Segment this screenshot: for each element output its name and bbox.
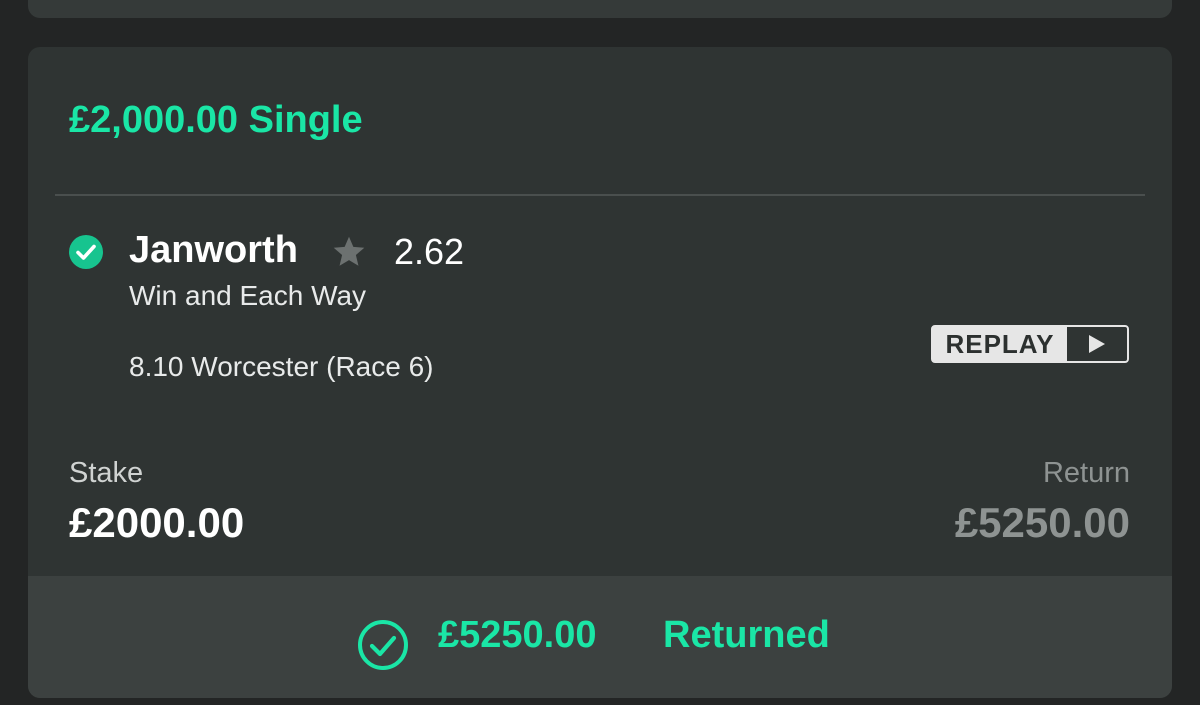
return-value: £5250.00 xyxy=(954,499,1130,546)
replay-label: REPLAY xyxy=(945,328,1055,359)
stake-label: Stake xyxy=(69,457,144,489)
selection-name: Janworth xyxy=(129,229,298,271)
bet-card: £2,000.00 Single Janworth 2.62 Win and E… xyxy=(28,47,1172,698)
stake-value: £2000.00 xyxy=(69,499,245,546)
check-circle-icon xyxy=(69,235,103,269)
selection-odds: 2.62 xyxy=(394,231,465,272)
play-icon xyxy=(1067,327,1127,361)
star-icon[interactable] xyxy=(331,234,367,270)
check-circle-outline-icon xyxy=(358,620,408,670)
divider xyxy=(55,194,1145,196)
returned-footer: £5250.00 Returned xyxy=(28,576,1172,698)
returned-status: Returned xyxy=(663,614,830,656)
replay-button[interactable]: REPLAY xyxy=(931,325,1129,363)
return-label: Return xyxy=(1042,457,1130,489)
bet-title: £2,000.00 Single xyxy=(69,99,363,141)
returned-amount: £5250.00 xyxy=(438,614,597,656)
bet-type: Win and Each Way xyxy=(129,280,367,311)
previous-bet-card xyxy=(28,0,1172,18)
event-name: 8.10 Worcester (Race 6) xyxy=(129,351,434,382)
